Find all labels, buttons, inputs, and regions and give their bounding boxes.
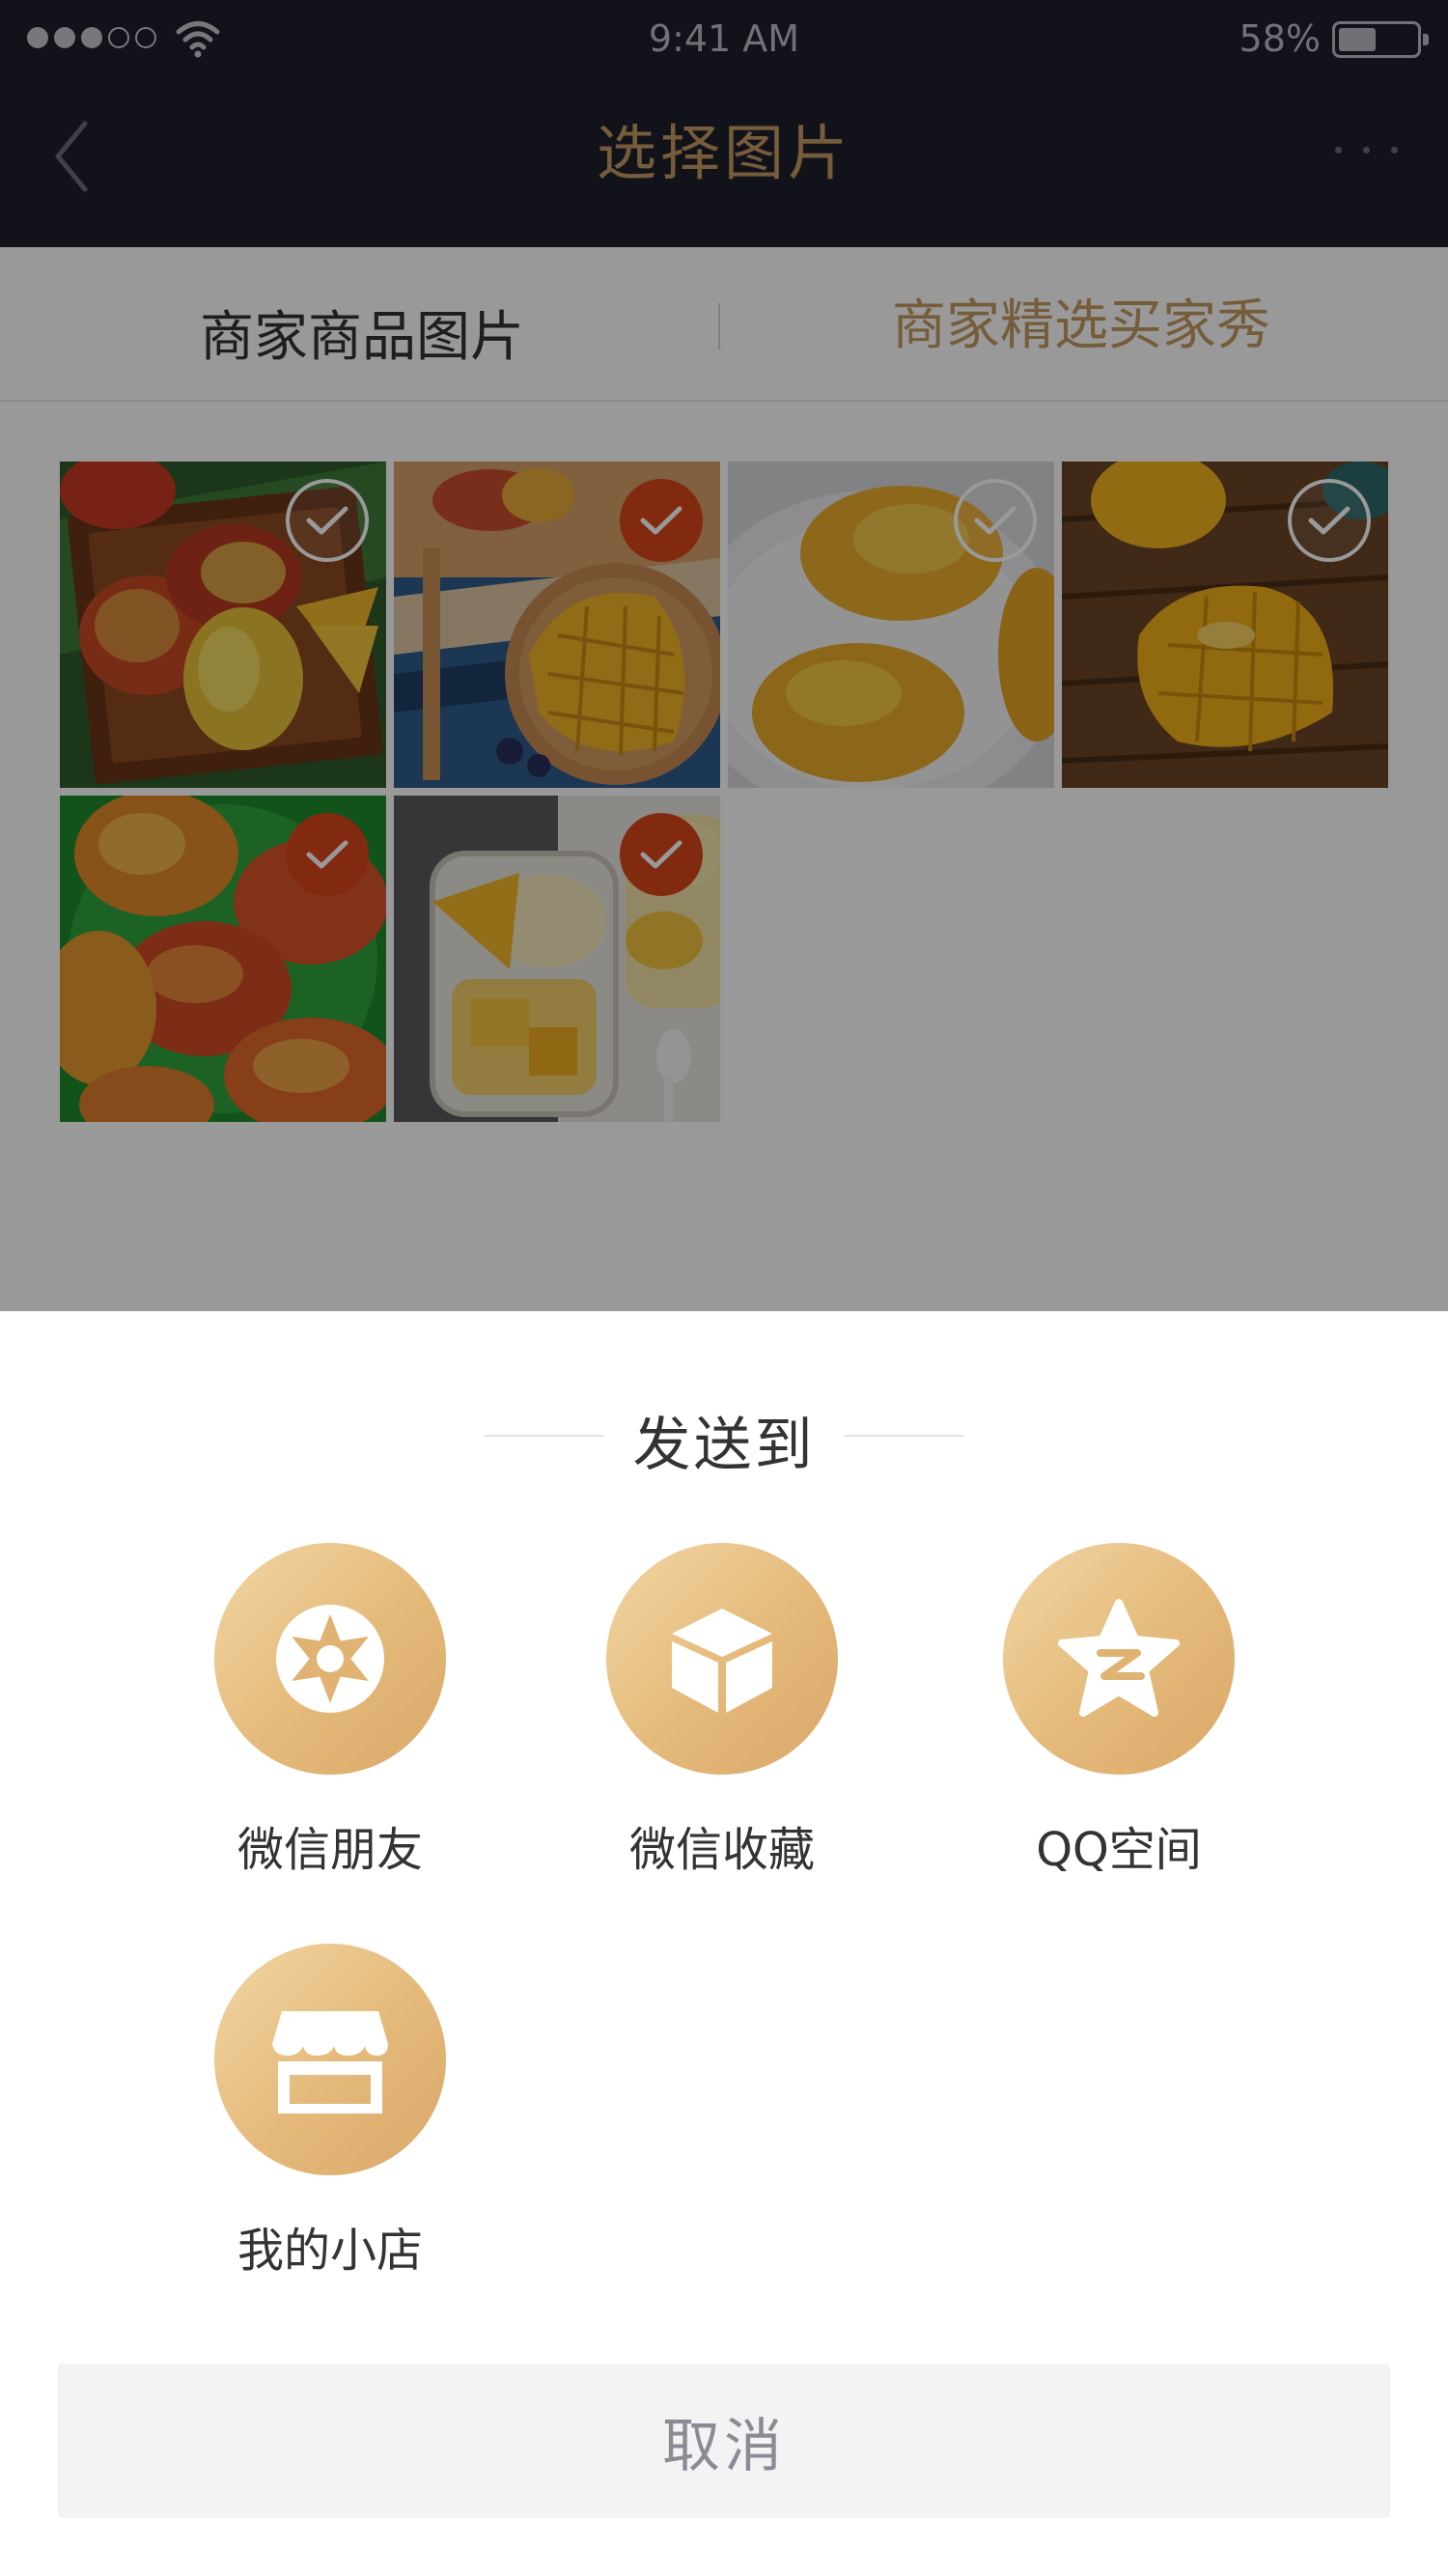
cancel-button[interactable]: 取消 [58, 2364, 1390, 2518]
share-sheet: 发送到 微信朋友 微信收藏 QQ空间 我的小店 取消 [0, 1311, 1448, 2576]
share-sheet-header: 发送到 [0, 1398, 1448, 1479]
share-item-label: 微信朋友 [237, 1823, 423, 1877]
divider-line [844, 1435, 963, 1437]
share-item-label: 微信收藏 [628, 1823, 815, 1877]
share-sheet-title: 发送到 [632, 1412, 816, 1479]
share-wechat-favorites[interactable]: 微信收藏 [597, 1543, 848, 1879]
share-item-label: QQ空间 [1036, 1823, 1202, 1877]
wechat-favorites-icon [606, 1543, 838, 1775]
qzone-icon [1003, 1543, 1235, 1775]
share-my-shop[interactable]: 我的小店 [205, 1944, 456, 2280]
share-item-label: 我的小店 [237, 2224, 423, 2278]
wechat-moments-icon [214, 1543, 446, 1775]
modal-backdrop[interactable] [0, 0, 1448, 1311]
share-qzone[interactable]: QQ空间 [993, 1543, 1244, 1879]
share-wechat-moments[interactable]: 微信朋友 [205, 1543, 456, 1879]
shop-icon [214, 1944, 446, 2175]
